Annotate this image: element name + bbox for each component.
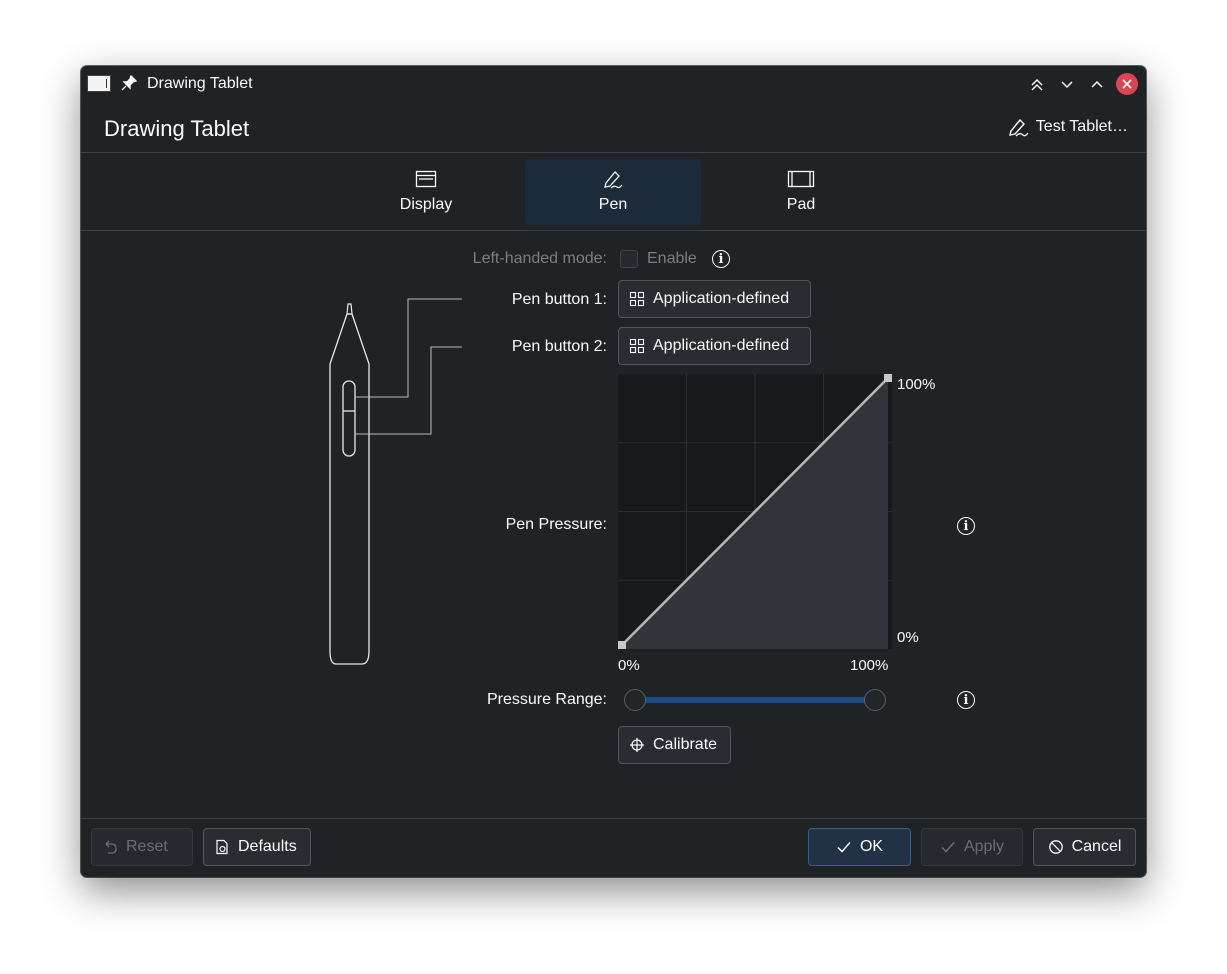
defaults-button[interactable]: Defaults — [203, 828, 311, 866]
left-handed-info-icon[interactable]: i — [712, 250, 730, 268]
crosshair-icon — [630, 738, 644, 752]
check-icon — [837, 842, 851, 853]
page-header: Drawing Tablet Test Tablet… — [81, 102, 1146, 153]
minimize-icon[interactable] — [1056, 73, 1078, 95]
reset-button[interactable]: Reset — [91, 828, 193, 866]
dialog-window: Drawing Tablet Drawing Tablet Test Table… — [81, 66, 1146, 877]
tab-display[interactable]: Display — [338, 159, 514, 225]
left-handed-checkbox[interactable] — [620, 250, 638, 268]
pressure-range-label: Pressure Range: — [486, 691, 607, 708]
pressure-range-info-icon[interactable]: i — [957, 691, 975, 709]
cancel-icon — [1048, 840, 1063, 854]
pen-illustration — [329, 298, 462, 665]
apply-label: Apply — [963, 838, 1005, 855]
grid-icon — [629, 338, 645, 354]
pressure-range-slider[interactable] — [624, 686, 886, 714]
curve-control-point[interactable] — [884, 374, 892, 382]
curve-y-max: 100% — [897, 376, 936, 393]
pressure-range-max-handle[interactable] — [864, 689, 886, 711]
tab-pad[interactable]: Pad — [713, 159, 889, 225]
pen-pressure-label: Pen Pressure: — [505, 516, 607, 533]
left-handed-checkbox-label: Enable — [647, 250, 697, 267]
pen-icon — [604, 171, 623, 189]
curve-x-min: 0% — [618, 657, 640, 674]
ok-button[interactable]: OK — [808, 828, 911, 866]
app-icon — [87, 75, 111, 92]
curve-y-min: 0% — [897, 629, 919, 646]
draw-icon — [1008, 118, 1029, 137]
pin-icon[interactable] — [121, 74, 138, 94]
test-tablet-button[interactable]: Test Tablet… — [1007, 117, 1128, 137]
tab-pad-label: Pad — [786, 196, 816, 213]
cancel-button[interactable]: Cancel — [1033, 828, 1136, 866]
pen-button2-select[interactable]: Application-defined — [618, 327, 811, 365]
calibrate-button[interactable]: Calibrate — [618, 726, 731, 764]
pressure-range-min-handle[interactable] — [624, 689, 646, 711]
dialog-footer: Reset Defaults OK Apply Cancel — [81, 818, 1146, 877]
close-icon[interactable] — [1116, 73, 1138, 95]
pen-button2-value: Application-defined — [653, 337, 790, 354]
document-defaults-icon — [216, 839, 228, 855]
reset-label: Reset — [126, 838, 168, 855]
display-icon — [415, 170, 437, 188]
titlebar: Drawing Tablet — [81, 66, 1146, 102]
check-icon — [941, 842, 955, 853]
apply-button[interactable]: Apply — [921, 828, 1023, 866]
pressure-curve-editor[interactable] — [618, 374, 892, 649]
grid-icon — [629, 291, 645, 307]
tab-display-label: Display — [399, 196, 453, 213]
maximize-icon[interactable] — [1086, 73, 1108, 95]
defaults-label: Defaults — [238, 838, 297, 855]
keep-above-icon[interactable] — [1026, 73, 1048, 95]
ok-label: OK — [859, 838, 884, 855]
pen-button2-label: Pen button 2: — [511, 338, 607, 355]
curve-x-max: 100% — [850, 657, 889, 674]
pen-button1-select[interactable]: Application-defined — [618, 280, 811, 318]
window-title: Drawing Tablet — [147, 75, 253, 92]
pen-button1-value: Application-defined — [653, 290, 790, 307]
tab-pen[interactable]: Pen — [525, 159, 701, 225]
left-handed-label: Left-handed mode: — [472, 250, 607, 267]
tab-bar: Display Pen Pad — [81, 153, 1146, 231]
curve-control-point[interactable] — [618, 641, 626, 649]
page-title: Drawing Tablet — [104, 116, 250, 141]
tab-pen-label: Pen — [598, 196, 628, 213]
pressure-range-track — [635, 697, 875, 703]
pen-button1-label: Pen button 1: — [511, 291, 607, 308]
calibrate-label: Calibrate — [653, 736, 718, 753]
undo-icon — [105, 840, 117, 854]
cancel-label: Cancel — [1071, 838, 1122, 855]
test-tablet-label: Test Tablet… — [1035, 118, 1128, 135]
pad-icon — [787, 170, 815, 188]
pen-pressure-info-icon[interactable]: i — [957, 517, 975, 535]
